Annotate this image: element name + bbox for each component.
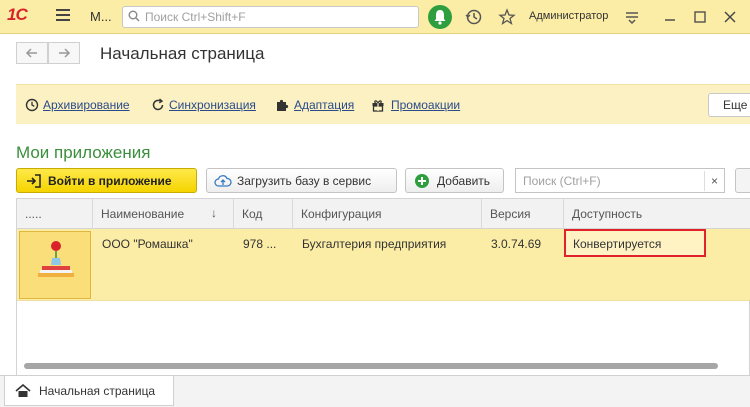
column-header-code[interactable]: Код [234, 199, 293, 229]
minimize-icon[interactable] [660, 7, 680, 27]
navigation-bar: Начальная страница [0, 34, 750, 76]
scrollbar-thumb[interactable] [24, 363, 718, 369]
cloud-upload-icon [214, 175, 232, 187]
app-name: ООО "Ромашка" [102, 237, 193, 251]
app-picture-icon [38, 241, 74, 277]
title-bar: 1С М... Поиск Ctrl+Shift+F Администратор [0, 0, 750, 34]
notifications-button[interactable] [428, 5, 452, 29]
tab-home-label: Начальная страница [39, 384, 156, 398]
maximize-icon[interactable] [690, 7, 710, 27]
table-search-placeholder: Поиск (Ctrl+F) [523, 174, 601, 188]
arrow-right-icon [59, 48, 71, 58]
column-header-name-label: Наименование [101, 207, 185, 221]
login-icon [27, 174, 41, 188]
open-windows-bar: Начальная страница [0, 375, 750, 407]
table-header: ..... Наименование ↓ Код Конфигурация Ве… [17, 199, 750, 229]
tab-home-page[interactable]: Начальная страница [4, 376, 174, 406]
bell-icon [434, 10, 446, 25]
menu-icon[interactable] [56, 9, 70, 21]
app-version: 3.0.74.69 [491, 237, 542, 251]
quick-links-panel: Архивирование Синхронизация Адаптация Пр… [16, 84, 750, 124]
section-title: Мои приложения [16, 143, 151, 162]
forward-button[interactable] [48, 42, 80, 64]
table-search-input[interactable]: Поиск (Ctrl+F) × [515, 168, 725, 193]
app-configuration: Бухгалтерия предприятия [302, 237, 447, 251]
upload-database-label: Загрузить базу в сервис [237, 174, 372, 188]
clock-icon [25, 98, 39, 112]
link-archiving[interactable]: Архивирование [43, 98, 130, 112]
column-header-name[interactable]: Наименование ↓ [93, 199, 234, 229]
close-icon[interactable] [720, 7, 740, 27]
user-name[interactable]: Администратор [529, 10, 608, 22]
app-logo: 1С [7, 5, 28, 24]
add-button[interactable]: Добавить [405, 168, 504, 193]
app-code: 978 ... [243, 237, 277, 251]
search-placeholder: Поиск Ctrl+Shift+F [145, 10, 246, 24]
clear-search-button[interactable]: × [704, 171, 724, 191]
app-availability: Конвертируется [573, 237, 662, 251]
horizontal-scrollbar[interactable] [16, 362, 736, 370]
back-button[interactable] [16, 42, 48, 64]
column-header-picture[interactable]: ..... [17, 199, 93, 229]
search-icon [128, 10, 140, 22]
link-adaptation[interactable]: Адаптация [294, 98, 354, 112]
more-button[interactable]: Еще [708, 93, 750, 117]
add-icon [415, 174, 429, 188]
settings-menu-icon[interactable] [622, 7, 642, 27]
app-title: М... [90, 9, 112, 24]
extra-toolbar-button[interactable] [735, 168, 750, 193]
home-icon [15, 384, 31, 397]
login-app-button[interactable]: Войти в приложение [16, 168, 197, 193]
sort-down-icon: ↓ [211, 206, 217, 220]
applications-table: ..... Наименование ↓ Код Конфигурация Ве… [16, 198, 750, 378]
global-search-input[interactable]: Поиск Ctrl+Shift+F [122, 6, 419, 28]
app-thumbnail [19, 231, 91, 299]
column-header-configuration[interactable]: Конфигурация [293, 199, 482, 229]
puzzle-icon [277, 99, 289, 111]
star-icon[interactable] [497, 7, 517, 27]
arrow-left-icon [25, 48, 37, 58]
gift-icon [372, 100, 384, 112]
upload-database-button[interactable]: Загрузить базу в сервис [206, 168, 397, 193]
column-header-version[interactable]: Версия [482, 199, 564, 229]
refresh-icon [152, 98, 164, 111]
app-availability-cell: Конвертируется [564, 229, 706, 257]
column-header-availability[interactable]: Доступность [564, 199, 750, 229]
link-promotions[interactable]: Промоакции [391, 98, 460, 112]
login-app-label: Войти в приложение [48, 174, 172, 188]
link-synchronization[interactable]: Синхронизация [169, 98, 256, 112]
page-title: Начальная страница [100, 44, 265, 63]
add-label: Добавить [437, 174, 491, 188]
history-icon[interactable] [464, 7, 484, 27]
table-row[interactable]: ООО "Ромашка" 978 ... Бухгалтерия предпр… [17, 229, 750, 301]
